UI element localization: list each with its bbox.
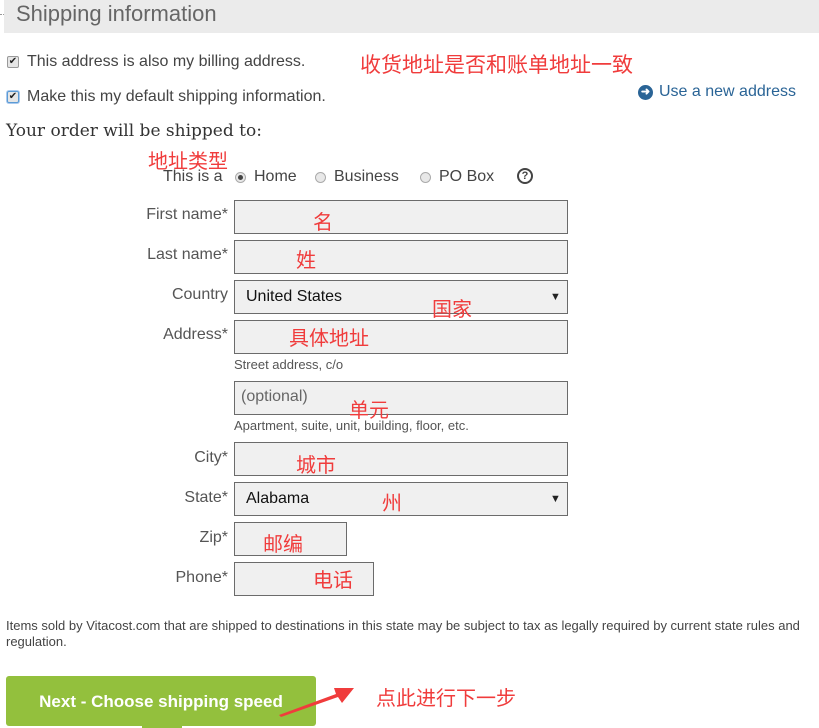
arrow-right-circle-icon[interactable]: ➜ — [638, 85, 653, 100]
state-label: State* — [184, 489, 228, 506]
first-name-input[interactable] — [234, 200, 568, 234]
billing-same-label: This address is also my billing address. — [27, 53, 306, 70]
annotation-phone: 电话 — [313, 568, 353, 592]
annotation-first-name: 名 — [313, 210, 333, 234]
radio-business[interactable] — [315, 172, 326, 183]
chevron-down-icon: ▼ — [550, 291, 561, 303]
button-tab-decoration — [142, 724, 182, 728]
city-label: City* — [194, 449, 228, 466]
annotation-arrow-icon — [279, 688, 354, 717]
radio-po-box-label[interactable]: PO Box — [439, 168, 494, 186]
last-name-label: Last name* — [147, 246, 228, 263]
default-shipping-label: Make this my default shipping informatio… — [27, 88, 326, 105]
billing-same-checkbox[interactable]: ✔ — [7, 56, 19, 68]
first-name-label: First name* — [146, 206, 228, 223]
annotation-state: 州 — [382, 491, 402, 515]
annotation-city: 城市 — [296, 453, 336, 477]
annotation-next: 点此进行下一步 — [376, 686, 516, 710]
address-type-prefix: This is a — [163, 168, 223, 185]
help-icon[interactable]: ? — [517, 168, 533, 184]
next-choose-shipping-speed-button[interactable]: Next - Choose shipping speed — [6, 676, 316, 726]
radio-po-box[interactable] — [420, 172, 431, 183]
address-input[interactable] — [234, 320, 568, 354]
chevron-down-icon: ▼ — [550, 493, 561, 505]
shipped-to-heading: Your order will be shipped to: — [6, 121, 262, 141]
tax-disclaimer: Items sold by Vitacost.com that are ship… — [6, 618, 800, 649]
zip-label: Zip* — [199, 529, 228, 546]
city-input[interactable] — [234, 442, 568, 476]
annotation-country: 国家 — [432, 297, 472, 321]
address-hint: Street address, c/o — [234, 357, 344, 372]
page-title: Shipping information — [16, 1, 217, 26]
country-label: Country — [171, 286, 228, 303]
annotation-address: 具体地址 — [289, 326, 369, 350]
annotation-zip: 邮编 — [263, 532, 303, 556]
address2-hint: Apartment, suite, unit, building, floor,… — [234, 418, 469, 433]
last-name-input[interactable] — [234, 240, 568, 274]
annotation-last-name: 姓 — [296, 248, 316, 272]
radio-home[interactable] — [235, 172, 246, 183]
country-selected-value: United States — [246, 288, 343, 305]
address-label: Address* — [163, 326, 228, 343]
radio-home-label[interactable]: Home — [254, 168, 297, 186]
phone-label: Phone* — [175, 569, 229, 586]
default-shipping-checkbox[interactable]: ✔ — [7, 91, 19, 103]
use-new-address-link[interactable]: Use a new address — [659, 83, 796, 101]
annotation-billing: 收货地址是否和账单地址一致 — [360, 53, 633, 77]
radio-business-label[interactable]: Business — [334, 168, 399, 186]
state-selected-value: Alabama — [246, 490, 310, 507]
phone-input[interactable] — [234, 562, 374, 596]
address2-placeholder: (optional) — [241, 388, 308, 405]
